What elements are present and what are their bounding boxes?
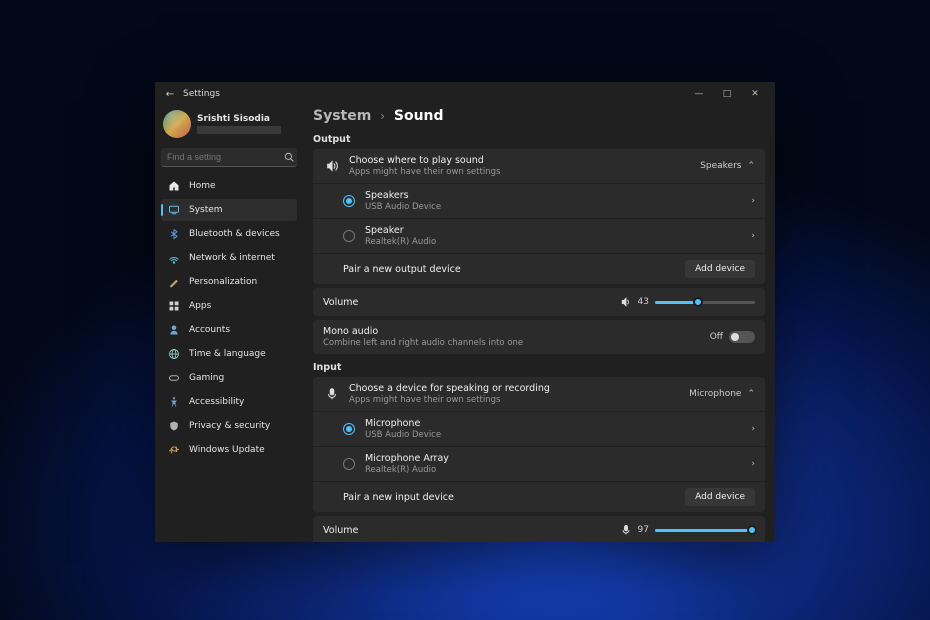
privacy-icon [167, 420, 181, 432]
sidebar-item-bluetooth[interactable]: Bluetooth & devices [161, 223, 297, 245]
network-icon [167, 252, 181, 264]
add-output-device-button[interactable]: Add device [685, 260, 755, 278]
maximize-button[interactable]: □ [713, 82, 741, 106]
sidebar-item-network[interactable]: Network & internet [161, 247, 297, 269]
input-device-microphone-array[interactable]: Microphone Array Realtek(R) Audio › [313, 446, 765, 481]
sidebar-item-apps[interactable]: Apps [161, 295, 297, 317]
output-volume-slider[interactable] [655, 301, 755, 304]
input-device-microphone[interactable]: Microphone USB Audio Device › [313, 411, 765, 446]
chevron-right-icon: › [751, 196, 755, 206]
choose-input-row[interactable]: Choose a device for speaking or recordin… [313, 377, 765, 411]
sidebar-item-windows-update[interactable]: Windows Update [161, 439, 297, 461]
input-section-label: Input [313, 362, 765, 373]
speaker-icon [323, 159, 341, 173]
windows-update-icon [167, 444, 181, 456]
input-device-card: Choose a device for speaking or recordin… [313, 377, 765, 512]
mono-audio-toggle[interactable] [729, 331, 755, 343]
breadcrumb: System › Sound [313, 106, 765, 132]
personalization-icon [167, 276, 181, 288]
pair-output-row: Pair a new output device Add device [313, 253, 765, 284]
titlebar: ← Settings — □ ✕ [155, 82, 775, 106]
mono-audio-state: Off [710, 332, 723, 342]
sidebar-item-accounts[interactable]: Accounts [161, 319, 297, 341]
pair-input-row: Pair a new input device Add device [313, 481, 765, 512]
chevron-right-icon: › [751, 459, 755, 469]
search-box[interactable] [161, 148, 297, 167]
system-icon [167, 204, 181, 216]
input-volume-slider[interactable] [655, 529, 755, 532]
accessibility-icon [167, 396, 181, 408]
choose-output-row[interactable]: Choose where to play sound Apps might ha… [313, 149, 765, 183]
sidebar-item-gaming[interactable]: Gaming [161, 367, 297, 389]
chevron-right-icon: › [380, 109, 385, 123]
input-volume-card: Volume 97 [313, 516, 765, 542]
chevron-right-icon: › [751, 231, 755, 241]
sidebar-item-privacy[interactable]: Privacy & security [161, 415, 297, 437]
output-device-speakers[interactable]: Speakers USB Audio Device › [313, 183, 765, 218]
microphone-icon[interactable] [620, 524, 632, 536]
radio-selected[interactable] [343, 195, 355, 207]
user-email-redacted [197, 126, 281, 134]
breadcrumb-parent[interactable]: System [313, 108, 371, 124]
avatar [163, 110, 191, 138]
output-device-card: Choose where to play sound Apps might ha… [313, 149, 765, 284]
gaming-icon [167, 372, 181, 384]
add-input-device-button[interactable]: Add device [685, 488, 755, 506]
sidebar-item-system[interactable]: System [161, 199, 297, 221]
output-device-speaker-realtek[interactable]: Speaker Realtek(R) Audio › [313, 218, 765, 253]
output-volume-row[interactable]: Volume 43 [313, 288, 765, 316]
sidebar-item-time-language[interactable]: Time & language [161, 343, 297, 365]
chevron-up-icon: ⌃ [747, 389, 755, 399]
close-button[interactable]: ✕ [741, 82, 769, 106]
app-title: Settings [183, 89, 220, 99]
user-block[interactable]: Srishti Sisodia [161, 106, 297, 144]
bluetooth-icon [167, 228, 181, 240]
sidebar-item-personalization[interactable]: Personalization [161, 271, 297, 293]
chevron-right-icon: › [751, 424, 755, 434]
sidebar-item-home[interactable]: Home [161, 175, 297, 197]
output-volume-card: Volume 43 [313, 288, 765, 316]
output-volume-value: 43 [638, 297, 649, 307]
accounts-icon [167, 324, 181, 336]
mono-audio-card: Mono audio Combine left and right audio … [313, 320, 765, 354]
apps-icon [167, 300, 181, 312]
user-name: Srishti Sisodia [197, 114, 281, 124]
minimize-button[interactable]: — [685, 82, 713, 106]
radio-selected[interactable] [343, 423, 355, 435]
input-volume-row[interactable]: Volume 97 [313, 516, 765, 542]
home-icon [167, 180, 181, 192]
search-input[interactable] [167, 152, 284, 162]
output-section-label: Output [313, 134, 765, 145]
sidebar-item-accessibility[interactable]: Accessibility [161, 391, 297, 413]
chevron-up-icon: ⌃ [747, 161, 755, 171]
search-icon [284, 152, 294, 162]
main-content: System › Sound Output Choose where to pl… [303, 106, 775, 542]
breadcrumb-current: Sound [394, 108, 444, 124]
time-language-icon [167, 348, 181, 360]
mono-audio-row[interactable]: Mono audio Combine left and right audio … [313, 320, 765, 354]
back-button[interactable]: ← [161, 89, 179, 100]
settings-window: ← Settings — □ ✕ Srishti Sisodia Home Sy… [155, 82, 775, 542]
microphone-icon [323, 387, 341, 401]
sidebar: Srishti Sisodia Home System Bluetooth & … [155, 106, 303, 542]
volume-icon[interactable] [620, 296, 632, 308]
radio-unselected[interactable] [343, 230, 355, 242]
radio-unselected[interactable] [343, 458, 355, 470]
input-volume-value: 97 [638, 525, 649, 535]
